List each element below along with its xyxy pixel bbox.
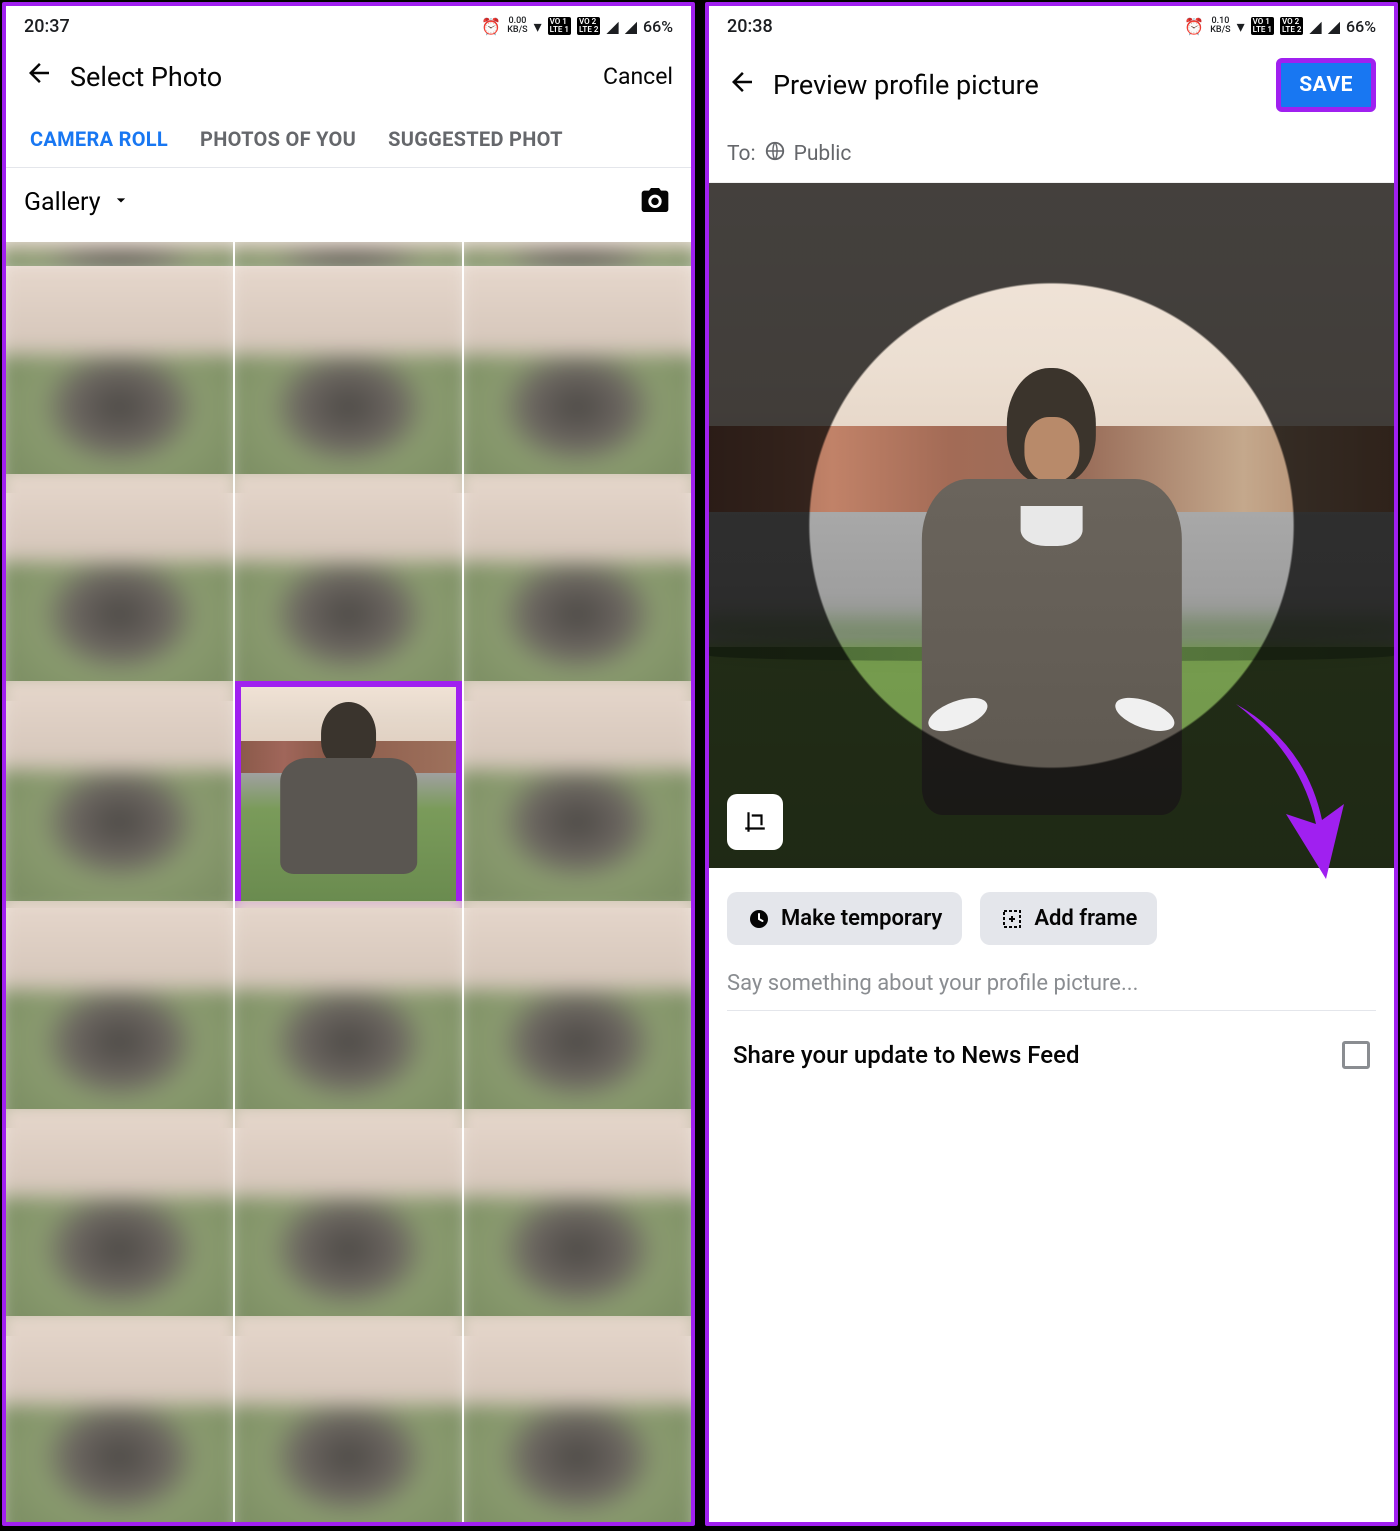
action-buttons-row: Make temporary Add frame	[709, 868, 1394, 961]
status-time: 20:38	[727, 16, 773, 37]
volte-1-icon: VO 1LTE 1	[548, 17, 571, 35]
app-bar: Preview profile picture SAVE	[709, 46, 1394, 130]
photo-preview[interactable]	[709, 183, 1394, 868]
photo-thumb[interactable]	[6, 1109, 233, 1336]
add-frame-label: Add frame	[1034, 906, 1137, 931]
alarm-icon: ⏰	[1184, 17, 1204, 36]
page-title: Select Photo	[70, 61, 587, 93]
signal-1-icon: ◢	[606, 17, 618, 36]
page-title: Preview profile picture	[773, 69, 1260, 101]
camera-icon[interactable]	[637, 184, 673, 220]
photo-thumb[interactable]	[464, 1316, 691, 1522]
save-button[interactable]: SAVE	[1276, 58, 1376, 112]
signal-2-icon: ◢	[625, 17, 637, 36]
right-screen: 20:38 ⏰ 0.10KB/S ▾ VO 1LTE 1 VO 2LTE 2 ◢…	[705, 2, 1398, 1526]
circle-crop-mask	[709, 183, 1394, 868]
cancel-button[interactable]: Cancel	[603, 63, 673, 90]
photo-thumb[interactable]	[464, 1109, 691, 1336]
back-arrow-icon[interactable]	[24, 58, 54, 95]
status-bar: 20:37 ⏰ 0.00KB/S ▾ VO 1LTE 1 VO 2LTE 2 ◢…	[6, 6, 691, 46]
signal-1-icon: ◢	[1309, 17, 1321, 36]
status-icons-right: ⏰ 0.10KB/S ▾ VO 1LTE 1 VO 2LTE 2 ◢ ◢ 66%	[1184, 17, 1376, 36]
wifi-icon: ▾	[534, 17, 542, 36]
photo-thumb[interactable]	[235, 242, 462, 266]
photo-thumb[interactable]	[235, 1316, 462, 1522]
chevron-down-icon	[111, 190, 131, 215]
tab-camera-roll[interactable]: CAMERA ROLL	[14, 113, 184, 167]
photo-thumb[interactable]	[6, 266, 233, 493]
photo-thumb[interactable]	[235, 474, 462, 701]
data-speed: 0.00KB/S	[507, 17, 527, 35]
add-frame-button[interactable]: Add frame	[980, 892, 1157, 945]
photo-thumb[interactable]	[6, 1316, 233, 1522]
audience-row[interactable]: To: Public	[709, 130, 1394, 183]
caption-input[interactable]: Say something about your profile picture…	[727, 961, 1376, 1011]
frame-icon	[1000, 907, 1024, 931]
photo-thumb[interactable]	[464, 474, 691, 701]
gallery-selector-row: Gallery	[6, 168, 691, 242]
clock-icon	[747, 907, 771, 931]
photo-thumb[interactable]	[235, 901, 462, 1128]
make-temporary-label: Make temporary	[781, 906, 942, 931]
grid-partial-top	[6, 242, 691, 266]
tab-photos-of-you[interactable]: PHOTOS OF YOU	[184, 113, 372, 167]
volte-2-icon: VO 2LTE 2	[1280, 17, 1303, 35]
photo-thumb[interactable]	[464, 681, 691, 908]
alarm-icon: ⏰	[481, 17, 501, 36]
audience-label: Public	[794, 142, 852, 166]
back-arrow-icon[interactable]	[727, 67, 757, 104]
photo-thumb[interactable]	[464, 266, 691, 493]
tabs: CAMERA ROLL PHOTOS OF YOU SUGGESTED PHOT	[6, 113, 691, 168]
tab-suggested-photos[interactable]: SUGGESTED PHOT	[372, 113, 579, 167]
photo-thumb[interactable]	[6, 901, 233, 1128]
status-time: 20:37	[24, 16, 70, 37]
volte-1-icon: VO 1LTE 1	[1251, 17, 1274, 35]
photo-thumb[interactable]	[235, 1109, 462, 1336]
photo-thumb[interactable]	[235, 266, 462, 493]
battery-label: 66%	[1346, 17, 1376, 36]
globe-icon	[764, 140, 786, 168]
to-label: To:	[727, 142, 756, 166]
share-news-feed-row[interactable]: Share your update to News Feed	[709, 1011, 1394, 1099]
photo-thumb[interactable]	[464, 901, 691, 1128]
status-bar: 20:38 ⏰ 0.10KB/S ▾ VO 1LTE 1 VO 2LTE 2 ◢…	[709, 6, 1394, 46]
photo-thumb[interactable]	[464, 242, 691, 266]
status-icons-right: ⏰ 0.00KB/S ▾ VO 1LTE 1 VO 2LTE 2 ◢ ◢ 66%	[481, 17, 673, 36]
left-screen: 20:37 ⏰ 0.00KB/S ▾ VO 1LTE 1 VO 2LTE 2 ◢…	[2, 2, 695, 1526]
photo-thumb-selected[interactable]	[235, 681, 462, 908]
crop-button[interactable]	[727, 794, 783, 850]
signal-2-icon: ◢	[1328, 17, 1340, 36]
make-temporary-button[interactable]: Make temporary	[727, 892, 962, 945]
share-label: Share your update to News Feed	[733, 1041, 1080, 1069]
app-bar: Select Photo Cancel	[6, 46, 691, 113]
photo-thumb[interactable]	[6, 681, 233, 908]
battery-label: 66%	[643, 17, 673, 36]
photo-thumb[interactable]	[6, 474, 233, 701]
photo-thumb[interactable]	[6, 242, 233, 266]
data-speed: 0.10KB/S	[1210, 17, 1230, 35]
volte-2-icon: VO 2LTE 2	[577, 17, 600, 35]
wifi-icon: ▾	[1237, 17, 1245, 36]
gallery-dropdown[interactable]: Gallery	[24, 188, 131, 217]
gallery-label: Gallery	[24, 188, 101, 217]
photo-grid	[6, 266, 691, 1522]
share-checkbox[interactable]	[1342, 1041, 1370, 1069]
